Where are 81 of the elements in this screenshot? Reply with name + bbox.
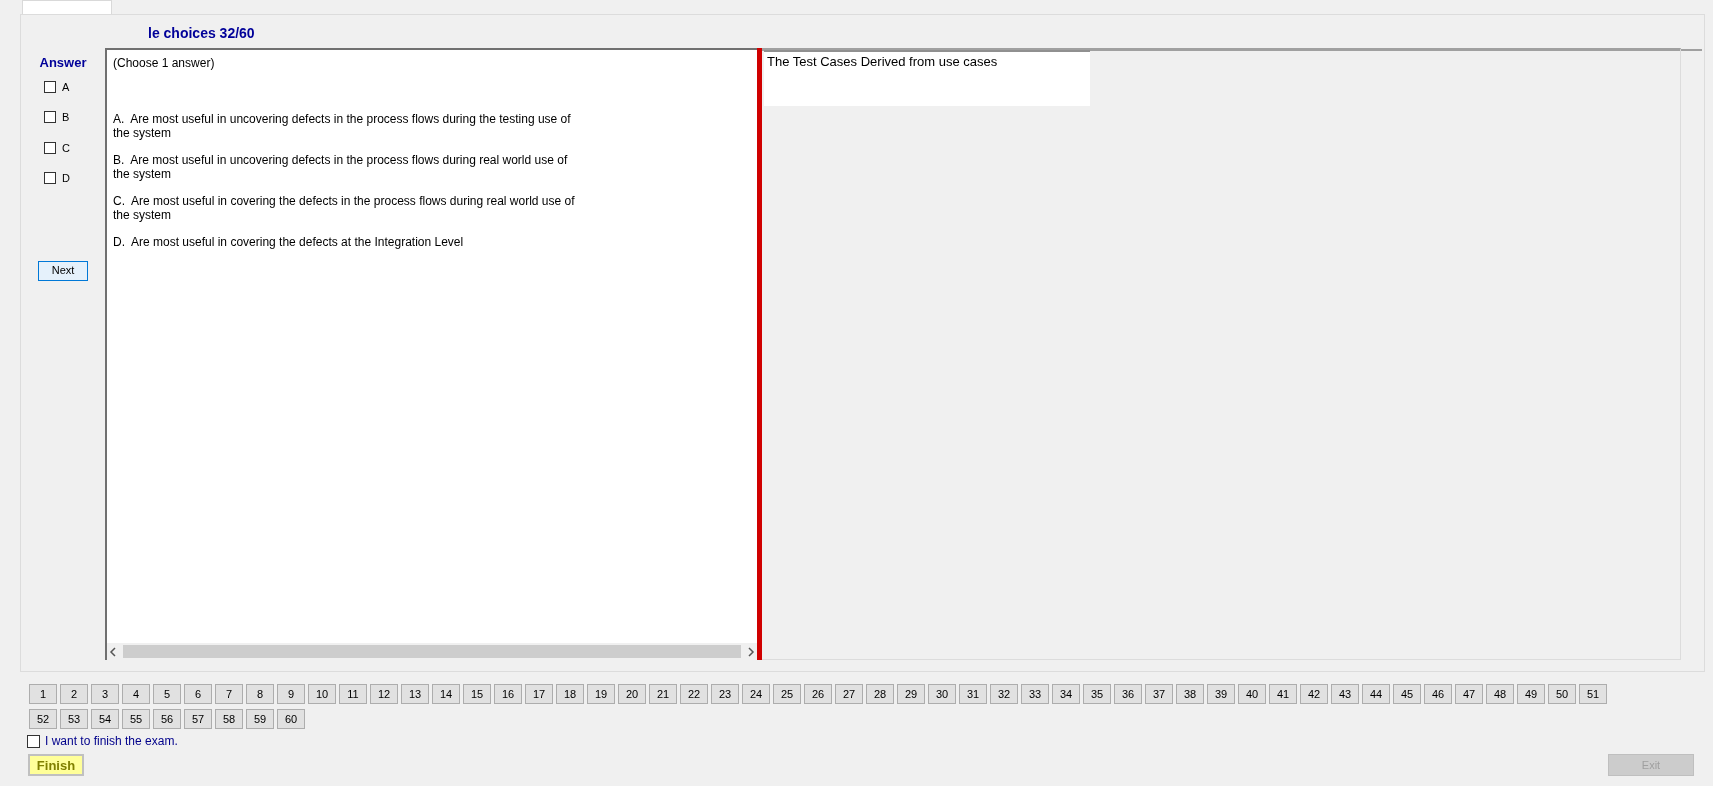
question-number-button[interactable]: 41 bbox=[1269, 684, 1297, 704]
question-number-button[interactable]: 15 bbox=[463, 684, 491, 704]
question-number-button[interactable]: 39 bbox=[1207, 684, 1235, 704]
question-number-button[interactable]: 30 bbox=[928, 684, 956, 704]
question-number-button[interactable]: 20 bbox=[618, 684, 646, 704]
checkbox-label[interactable]: I want to finish the exam. bbox=[45, 732, 178, 750]
question-number-button[interactable]: 12 bbox=[370, 684, 398, 704]
question-number-button[interactable]: 11 bbox=[339, 684, 367, 704]
question-number-button[interactable]: 10 bbox=[308, 684, 336, 704]
question-number-button[interactable]: 17 bbox=[525, 684, 553, 704]
question-number-button[interactable]: 56 bbox=[153, 709, 181, 729]
option-label[interactable]: A bbox=[62, 78, 70, 95]
question-number-button[interactable]: 46 bbox=[1424, 684, 1452, 704]
section-title: le choices 32/60 bbox=[148, 23, 255, 43]
question-number-button[interactable]: 42 bbox=[1300, 684, 1328, 704]
stem-text: The Test Cases Derived from use cases bbox=[764, 50, 1090, 106]
question-number-button[interactable]: 47 bbox=[1455, 684, 1483, 704]
question-number-button[interactable]: 37 bbox=[1145, 684, 1173, 704]
question-number-button[interactable]: 9 bbox=[277, 684, 305, 704]
question-number-button[interactable]: 53 bbox=[60, 709, 88, 729]
question-number-button[interactable]: 14 bbox=[432, 684, 460, 704]
question-number-button[interactable]: 60 bbox=[277, 709, 305, 729]
question-number-button[interactable]: 25 bbox=[773, 684, 801, 704]
question-number-button[interactable]: 27 bbox=[835, 684, 863, 704]
question-number-button[interactable]: 49 bbox=[1517, 684, 1545, 704]
question-number-button[interactable]: 33 bbox=[1021, 684, 1049, 704]
question-number-button[interactable]: 28 bbox=[866, 684, 894, 704]
question-number-button[interactable]: 34 bbox=[1052, 684, 1080, 704]
question-number-button[interactable]: 4 bbox=[122, 684, 150, 704]
answer-heading: Answer bbox=[39, 54, 87, 72]
question-number-button[interactable]: 31 bbox=[959, 684, 987, 704]
scroll-right-icon[interactable] bbox=[747, 646, 755, 657]
option-label[interactable]: B bbox=[62, 109, 70, 126]
question-number-button[interactable]: 45 bbox=[1393, 684, 1421, 704]
question-number-button[interactable]: 5 bbox=[153, 684, 181, 704]
next-button[interactable]: Next bbox=[38, 260, 88, 281]
choice-text: A. Are most useful in uncovering defects in the process flows during the testing use of the system bbox=[113, 112, 572, 140]
question-number-button[interactable]: 18 bbox=[556, 684, 584, 704]
question-number-button[interactable]: 24 bbox=[742, 684, 770, 704]
horizontal-scrollbar[interactable] bbox=[107, 643, 757, 660]
question-number-button[interactable]: 7 bbox=[215, 684, 243, 704]
question-number-button[interactable]: 21 bbox=[649, 684, 677, 704]
question-number-button[interactable]: 38 bbox=[1176, 684, 1204, 704]
question-number-button[interactable]: 1 bbox=[29, 684, 57, 704]
question-number-button[interactable]: 51 bbox=[1579, 684, 1607, 704]
question-number-button[interactable]: 43 bbox=[1331, 684, 1359, 704]
choice-text: D. Are most useful in covering the defects at the Integration Level bbox=[113, 235, 465, 249]
question-number-button[interactable]: 35 bbox=[1083, 684, 1111, 704]
finish-button[interactable]: Finish bbox=[28, 754, 84, 776]
choice-text: C. Are most useful in covering the defects in the process flows during real world use of the system bbox=[113, 194, 576, 222]
question-number-button[interactable]: 6 bbox=[184, 684, 212, 704]
question-number-button[interactable]: 23 bbox=[711, 684, 739, 704]
choice-text: B. Are most useful in uncovering defects in the process flows during real world use of the system bbox=[113, 153, 569, 181]
question-number-button[interactable]: 58 bbox=[215, 709, 243, 729]
question-number-button[interactable]: 50 bbox=[1548, 684, 1576, 704]
question-number-button[interactable]: 16 bbox=[494, 684, 522, 704]
question-number-button[interactable]: 29 bbox=[897, 684, 925, 704]
checkbox[interactable] bbox=[44, 172, 56, 185]
checkbox[interactable] bbox=[27, 734, 40, 748]
question-number-button[interactable]: 57 bbox=[184, 709, 212, 729]
question-number-button[interactable]: 13 bbox=[401, 684, 429, 704]
question-number-button[interactable]: 52 bbox=[29, 709, 57, 729]
question-number-button[interactable]: 32 bbox=[990, 684, 1018, 704]
question-number-button[interactable]: 8 bbox=[246, 684, 274, 704]
scroll-left-icon[interactable] bbox=[109, 646, 117, 657]
question-number-button[interactable]: 19 bbox=[587, 684, 615, 704]
checkbox[interactable] bbox=[44, 111, 56, 124]
question-number-button[interactable]: 26 bbox=[804, 684, 832, 704]
question-number-button[interactable]: 2 bbox=[60, 684, 88, 704]
question-number-button[interactable]: 36 bbox=[1114, 684, 1142, 704]
question-number-button[interactable]: 48 bbox=[1486, 684, 1514, 704]
option-label[interactable]: D bbox=[62, 170, 70, 187]
question-number-button[interactable]: 44 bbox=[1362, 684, 1390, 704]
question-number-button[interactable]: 54 bbox=[91, 709, 119, 729]
instruction-text: (Choose 1 answer) bbox=[113, 55, 216, 72]
option-label[interactable]: C bbox=[62, 139, 70, 156]
question-number-button[interactable]: 59 bbox=[246, 709, 274, 729]
question-number-button[interactable]: 3 bbox=[91, 684, 119, 704]
question-number-button[interactable]: 55 bbox=[122, 709, 150, 729]
question-number-button[interactable]: 22 bbox=[680, 684, 708, 704]
question-number-button[interactable]: 40 bbox=[1238, 684, 1266, 704]
